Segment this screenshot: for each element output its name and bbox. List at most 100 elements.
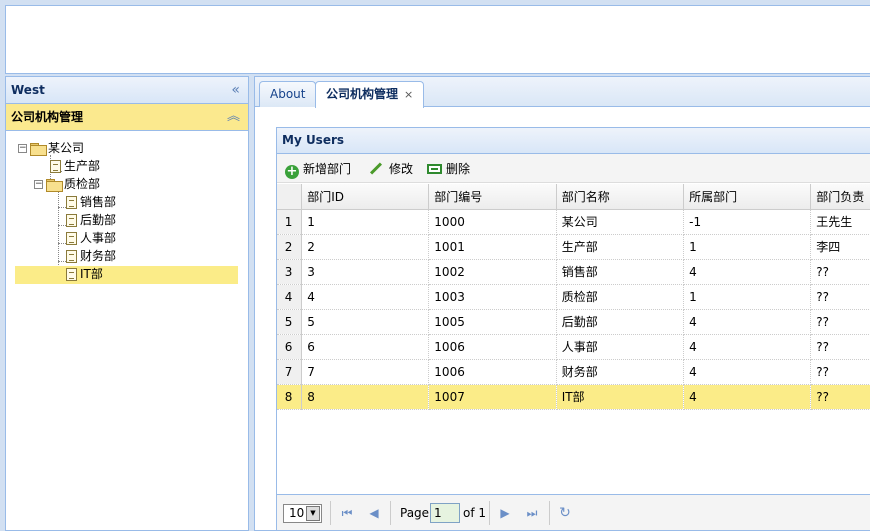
tree-node-label: 后勤部	[80, 213, 117, 227]
tab-label: About	[270, 87, 306, 101]
column-header[interactable]: 部门ID	[301, 184, 430, 210]
file-icon	[66, 214, 77, 227]
delete-label: 删除	[446, 162, 471, 176]
row-number: 7	[277, 359, 303, 385]
north-region	[5, 5, 870, 74]
dropdown-arrow-icon[interactable]: ▼	[306, 506, 320, 521]
tab-about[interactable]: About	[259, 81, 317, 107]
table-cell: 4	[683, 359, 812, 385]
row-number: 2	[277, 234, 303, 260]
table-cell: 人事部	[556, 334, 685, 360]
table-cell: 4	[683, 309, 812, 335]
delete-icon	[427, 164, 442, 174]
add-department-button[interactable]: + 新增部门	[285, 159, 351, 179]
table-cell: 1005	[428, 309, 557, 335]
tree-node-label: IT部	[80, 267, 103, 281]
collapse-toggle-icon[interactable]: −	[34, 180, 43, 189]
table-row[interactable]: 1 1 1000 某公司 -1 王先生	[277, 209, 870, 235]
table-row[interactable]: 4 4 1003 质检部 1 ??	[277, 284, 870, 310]
page-size-value: 10	[289, 506, 305, 520]
edit-label: 修改	[389, 162, 414, 176]
table-cell: ??	[810, 259, 870, 285]
table-cell: 3	[301, 259, 430, 285]
refresh-icon[interactable]: ↻	[557, 505, 573, 521]
tree-node-label: 人事部	[80, 231, 117, 245]
table-cell: IT部	[556, 384, 685, 410]
separator	[330, 501, 331, 525]
row-number-header	[277, 184, 303, 210]
table-cell: 1	[301, 209, 430, 235]
file-icon	[66, 268, 77, 281]
file-icon	[66, 196, 77, 209]
first-page-icon[interactable]: ⏮	[339, 505, 355, 521]
tree-node-root[interactable]: 某公司	[48, 139, 84, 157]
last-page-icon[interactable]: ⏭	[524, 505, 540, 521]
tab-strip: About 公司机构管理 ×	[255, 77, 870, 108]
tree-node[interactable]: 后勤部	[80, 211, 116, 229]
table-cell: ??	[810, 359, 870, 385]
file-icon	[50, 160, 61, 173]
prev-page-icon[interactable]: ◀	[366, 505, 382, 521]
table-cell: 1	[683, 284, 812, 310]
separator	[489, 501, 490, 525]
org-tree: − 某公司 生产部 − 质检部 销售部 后勤部 人事部 财务部 IT部	[6, 131, 248, 284]
table-row[interactable]: 3 3 1002 销售部 4 ??	[277, 259, 870, 285]
page-number-input[interactable]: 1	[430, 503, 460, 523]
table-row[interactable]: 6 6 1006 人事部 4 ??	[277, 334, 870, 360]
folder-open-icon	[30, 143, 47, 156]
table-cell: 6	[301, 334, 430, 360]
table-cell: 1000	[428, 209, 557, 235]
separator	[390, 501, 391, 525]
west-panel-header: West «	[6, 77, 248, 104]
table-cell: ??	[810, 309, 870, 335]
tree-node[interactable]: 生产部	[64, 157, 100, 175]
delete-button[interactable]: 删除	[427, 159, 470, 179]
page-label: Page	[400, 506, 430, 520]
table-cell: 某公司	[556, 209, 685, 235]
table-row[interactable]: 2 2 1001 生产部 1 李四	[277, 234, 870, 260]
tree-node[interactable]: 人事部	[80, 229, 116, 247]
file-icon	[66, 250, 77, 263]
table-cell: 5	[301, 309, 430, 335]
double-chevron-left-icon[interactable]: «	[231, 77, 240, 103]
column-header[interactable]: 部门编号	[428, 184, 557, 210]
tree-node[interactable]: 销售部	[80, 193, 116, 211]
tree-node-selected[interactable]	[15, 266, 238, 284]
next-page-icon[interactable]: ▶	[497, 505, 513, 521]
double-chevron-up-icon[interactable]: ︽	[227, 104, 240, 130]
column-header[interactable]: 部门名称	[556, 184, 685, 210]
column-header[interactable]: 所属部门	[683, 184, 812, 210]
collapse-toggle-icon[interactable]: −	[18, 144, 27, 153]
table-cell: 1	[683, 234, 812, 260]
table-cell: 4	[683, 384, 812, 410]
tree-node-label: 质检部	[64, 177, 101, 191]
tree-node[interactable]: 质检部	[64, 175, 100, 193]
add-label: 新增部门	[303, 162, 352, 176]
west-panel-title: West	[11, 83, 45, 97]
tree-connector	[58, 225, 66, 226]
tree-node-label: 财务部	[80, 249, 117, 263]
row-number: 3	[277, 259, 303, 285]
table-cell: 4	[301, 284, 430, 310]
tab-label: 公司机构管理	[326, 87, 399, 101]
table-cell: 李四	[810, 234, 870, 260]
tree-node[interactable]: IT部	[80, 265, 103, 283]
tree-node[interactable]: 财务部	[80, 247, 116, 265]
table-row[interactable]: 7 7 1006 财务部 4 ??	[277, 359, 870, 385]
page-size-select[interactable]: 10 ▼	[283, 504, 322, 523]
edit-button[interactable]: 修改	[369, 159, 413, 179]
column-header[interactable]: 部门负责	[810, 184, 870, 210]
tab-org-management[interactable]: 公司机构管理 ×	[315, 81, 425, 108]
tree-connector	[58, 243, 66, 244]
table-cell: 1001	[428, 234, 557, 260]
accordion-title: 公司机构管理	[11, 110, 84, 124]
table-row[interactable]: 5 5 1005 后勤部 4 ??	[277, 309, 870, 335]
table-cell: ??	[810, 284, 870, 310]
tree-connector	[58, 261, 66, 262]
accordion-header[interactable]: 公司机构管理 ︽	[6, 104, 248, 131]
table-row-selected[interactable]: 8 8 1007 IT部 4 ??	[277, 384, 870, 410]
close-icon[interactable]: ×	[404, 88, 413, 101]
table-cell: ??	[810, 384, 870, 410]
table-header-row: 部门ID 部门编号 部门名称 所属部门 部门负责	[277, 184, 870, 210]
table-cell: ??	[810, 334, 870, 360]
